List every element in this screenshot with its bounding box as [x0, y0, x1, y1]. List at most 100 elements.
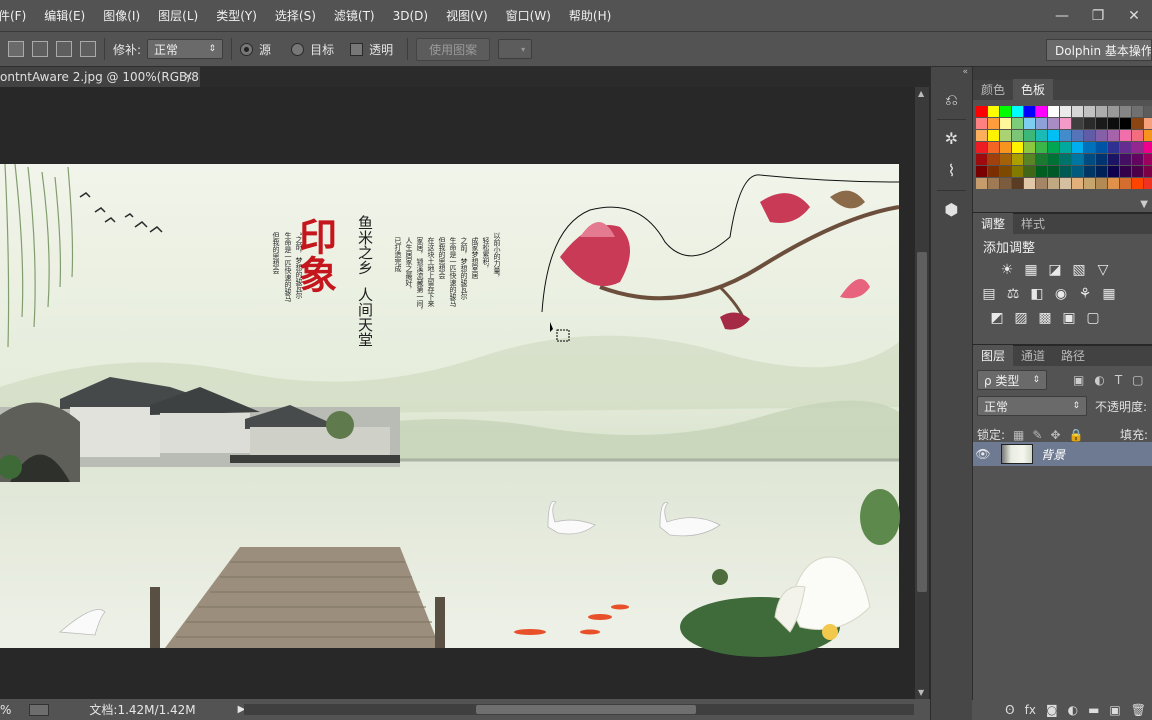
scroll-down-icon[interactable]: ▼ — [918, 688, 924, 697]
color-swatch[interactable] — [1144, 178, 1152, 189]
horizontal-scroll-thumb[interactable] — [476, 705, 696, 714]
color-swatch[interactable] — [1060, 154, 1071, 165]
color-swatch[interactable] — [1132, 154, 1143, 165]
color-swatch[interactable] — [1000, 142, 1011, 153]
color-swatch[interactable] — [976, 106, 987, 117]
tab-styles[interactable]: 样式 — [1013, 213, 1053, 234]
color-swatch[interactable] — [1084, 154, 1095, 165]
color-swatch[interactable] — [1060, 118, 1071, 129]
color-swatch[interactable] — [1096, 178, 1107, 189]
color-swatch[interactable] — [1132, 106, 1143, 117]
new-selection-icon[interactable] — [8, 41, 24, 57]
color-swatch[interactable] — [988, 118, 999, 129]
color-swatch[interactable] — [1060, 130, 1071, 141]
color-swatch[interactable] — [1072, 166, 1083, 177]
filter-pixel-icon[interactable]: ▣ — [1073, 373, 1084, 387]
vertical-scrollbar[interactable]: ▲ ▼ — [915, 87, 929, 699]
document-tab[interactable]: ontntAware 2.jpg @ 100%(RGB/8) × — [0, 67, 200, 87]
scroll-up-icon[interactable]: ▲ — [918, 89, 924, 98]
subtract-selection-icon[interactable] — [56, 41, 72, 57]
menu-window[interactable]: 窗口(W) — [497, 7, 560, 24]
color-swatch[interactable] — [1072, 106, 1083, 117]
swatch-grid[interactable] — [973, 100, 1152, 189]
color-swatch[interactable] — [1024, 178, 1035, 189]
hue-saturation-icon[interactable]: ▤ — [979, 284, 999, 304]
color-swatch[interactable] — [1024, 166, 1035, 177]
color-swatch[interactable] — [976, 130, 987, 141]
color-swatch[interactable] — [1000, 154, 1011, 165]
color-swatch[interactable] — [1036, 166, 1047, 177]
color-swatch[interactable] — [988, 154, 999, 165]
new-group-icon[interactable]: ▬ — [1088, 703, 1099, 717]
color-swatch[interactable] — [1012, 154, 1023, 165]
color-swatch[interactable] — [1120, 142, 1131, 153]
patch-mode-select[interactable]: 正常 ⇕ — [147, 39, 224, 59]
color-swatch[interactable] — [1048, 166, 1059, 177]
color-lookup-icon[interactable]: ▦ — [1099, 284, 1119, 304]
color-swatch[interactable] — [1000, 130, 1011, 141]
color-swatch[interactable] — [1072, 178, 1083, 189]
black-white-icon[interactable]: ◧ — [1027, 284, 1047, 304]
color-swatch[interactable] — [1108, 142, 1119, 153]
color-swatch[interactable] — [1084, 166, 1095, 177]
color-swatch[interactable] — [1024, 106, 1035, 117]
color-swatch[interactable] — [1060, 142, 1071, 153]
color-swatch[interactable] — [1036, 142, 1047, 153]
pattern-picker[interactable]: ▾ — [498, 39, 533, 59]
channel-mixer-icon[interactable]: ⚘ — [1075, 284, 1095, 304]
brush-settings-icon[interactable]: ✲ — [937, 126, 967, 152]
photo-filter-icon[interactable]: ◉ — [1051, 284, 1071, 304]
menu-filter[interactable]: 滤镜(T) — [325, 7, 384, 24]
zoom-level[interactable]: % — [0, 703, 11, 717]
color-swatch[interactable] — [1000, 118, 1011, 129]
color-swatch[interactable] — [1120, 118, 1131, 129]
link-layers-icon[interactable]: ʘ — [1005, 703, 1014, 717]
color-swatch[interactable] — [1048, 178, 1059, 189]
color-swatch[interactable] — [1048, 154, 1059, 165]
layer-row[interactable]: 👁 背景 — [973, 442, 1152, 466]
color-swatch[interactable] — [1072, 142, 1083, 153]
color-swatch[interactable] — [988, 166, 999, 177]
color-swatch[interactable] — [1144, 166, 1152, 177]
color-swatch[interactable] — [976, 166, 987, 177]
menu-edit[interactable]: 编辑(E) — [35, 7, 94, 24]
layer-filter-select[interactable]: ρ 类型 ⇕ — [977, 370, 1047, 390]
color-swatch[interactable] — [976, 142, 987, 153]
layer-name[interactable]: 背景 — [1041, 446, 1065, 463]
lock-position-icon[interactable]: ✥ — [1050, 428, 1060, 442]
swatch-scroll-icon[interactable]: ▼ — [1140, 199, 1148, 210]
brightness-icon[interactable]: ☀ — [997, 260, 1017, 280]
blend-mode-select[interactable]: 正常 ⇕ — [977, 396, 1087, 416]
intersect-selection-icon[interactable] — [80, 41, 96, 57]
color-swatch[interactable] — [1012, 106, 1023, 117]
color-swatch[interactable] — [1060, 178, 1071, 189]
horizontal-scrollbar[interactable] — [244, 704, 914, 715]
color-swatch[interactable] — [1036, 118, 1047, 129]
color-swatch[interactable] — [1132, 130, 1143, 141]
menu-type[interactable]: 类型(Y) — [207, 7, 266, 24]
color-swatch[interactable] — [1072, 118, 1083, 129]
3d-cube-icon[interactable]: ⬢ — [937, 197, 967, 223]
color-swatch[interactable] — [1132, 118, 1143, 129]
color-swatch[interactable] — [1144, 118, 1152, 129]
color-swatch[interactable] — [1012, 118, 1023, 129]
color-swatch[interactable] — [1108, 118, 1119, 129]
color-swatch[interactable] — [1072, 154, 1083, 165]
color-swatch[interactable] — [1120, 166, 1131, 177]
gradient-map-icon[interactable]: ▢ — [1083, 308, 1103, 328]
color-swatch[interactable] — [1048, 106, 1059, 117]
eye-icon[interactable]: 👁 — [973, 447, 993, 461]
color-swatch[interactable] — [1012, 178, 1023, 189]
color-balance-icon[interactable]: ⚖ — [1003, 284, 1023, 304]
filter-shape-icon[interactable]: ▢ — [1132, 373, 1143, 387]
color-swatch[interactable] — [1000, 106, 1011, 117]
color-swatch[interactable] — [976, 154, 987, 165]
color-swatch[interactable] — [1024, 142, 1035, 153]
color-swatch[interactable] — [1120, 154, 1131, 165]
workspace-switcher[interactable]: Dolphin 基本操作轴 — [1046, 39, 1152, 61]
new-layer-icon[interactable]: ▣ — [1109, 703, 1120, 717]
tab-swatches[interactable]: 色板 — [1013, 79, 1054, 100]
color-swatch[interactable] — [1000, 178, 1011, 189]
tab-layers[interactable]: 图层 — [973, 345, 1014, 366]
color-swatch[interactable] — [988, 142, 999, 153]
